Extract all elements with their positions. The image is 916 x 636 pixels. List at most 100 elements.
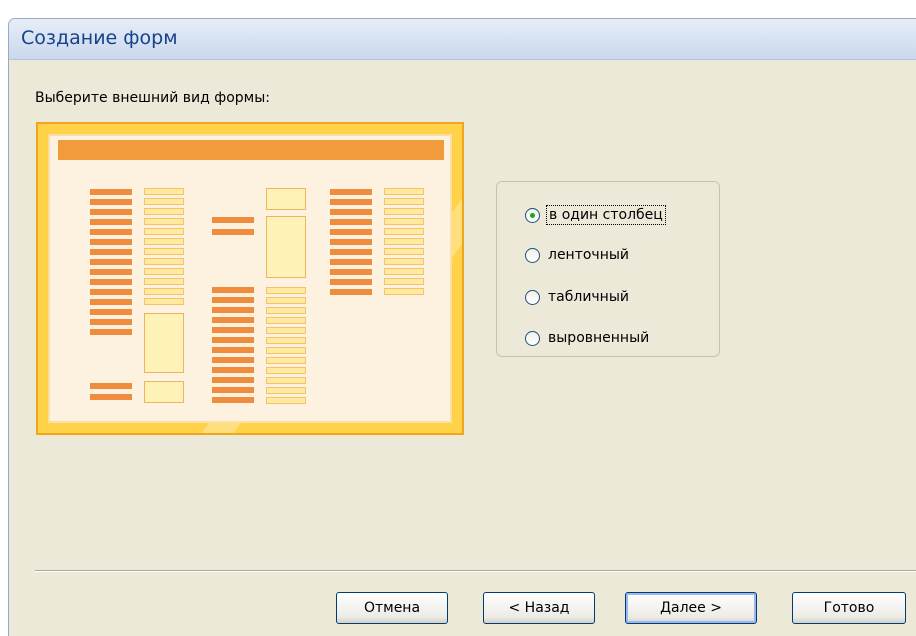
preview-field-block: [266, 337, 306, 344]
preview-field-block: [384, 248, 424, 255]
radio-unchecked-icon[interactable]: [525, 289, 540, 305]
preview-field-block: [144, 258, 184, 265]
preview-field-block: [144, 198, 184, 205]
preview-label-block: [212, 297, 254, 303]
preview-field-block: [144, 248, 184, 255]
radio-unchecked-icon[interactable]: [525, 247, 540, 263]
option-justified[interactable]: выровненный: [525, 327, 651, 349]
preview-label-block: [90, 329, 132, 335]
radio-unchecked-icon[interactable]: [525, 330, 540, 346]
dialog-title: Создание форм: [21, 27, 178, 49]
option-label[interactable]: выровненный: [546, 329, 651, 347]
preview-field-block: [266, 327, 306, 334]
preview-field-block: [144, 208, 184, 215]
preview-field-block: [144, 238, 184, 245]
preview-label-block: [90, 259, 132, 265]
preview-label-block: [330, 279, 372, 285]
preview-field-block: [266, 357, 306, 364]
finish-button[interactable]: Готово: [792, 592, 906, 624]
preview-label-block: [90, 269, 132, 275]
preview-label-block: [330, 269, 372, 275]
preview-label-block: [330, 289, 372, 295]
preview-field-block: [384, 188, 424, 195]
preview-field-block: [266, 307, 306, 314]
preview-label-block: [330, 209, 372, 215]
preview-field-block: [384, 208, 424, 215]
preview-label-block: [212, 357, 254, 363]
option-label[interactable]: табличный: [546, 288, 631, 306]
preview-label-block: [90, 383, 132, 389]
preview-label-block: [90, 289, 132, 295]
option-label[interactable]: в один столбец: [546, 205, 666, 225]
preview-label-block: [330, 199, 372, 205]
preview-label-block: [90, 239, 132, 245]
preview-field-block: [384, 218, 424, 225]
preview-label-block: [212, 317, 254, 323]
option-tabular-ribbon[interactable]: ленточный: [525, 244, 631, 266]
preview-field-block: [266, 367, 306, 374]
preview-label-block: [212, 397, 254, 403]
option-datasheet[interactable]: табличный: [525, 286, 631, 308]
option-columnar[interactable]: в один столбец: [525, 204, 666, 226]
preview-label-block: [212, 337, 254, 343]
preview-label-block: [330, 239, 372, 245]
title-bar: Создание форм: [9, 19, 916, 60]
preview-label-block: [330, 259, 372, 265]
preview-label-block: [90, 199, 132, 205]
preview-label-block: [90, 249, 132, 255]
layout-preview-image: [36, 122, 464, 435]
preview-label-block: [212, 387, 254, 393]
back-button[interactable]: < Назад: [483, 592, 595, 624]
preview-field-block: [384, 268, 424, 275]
preview-label-block: [212, 377, 254, 383]
preview-label-block: [90, 319, 132, 325]
preview-field-block: [384, 198, 424, 205]
preview-field-block: [144, 278, 184, 285]
form-wizard-dialog: Создание форм Выберите внешний вид формы…: [8, 18, 916, 636]
preview-label-block: [212, 229, 254, 235]
preview-label-block: [330, 229, 372, 235]
preview-label-block: [212, 367, 254, 373]
layout-prompt: Выберите внешний вид формы:: [35, 90, 270, 106]
preview-label-block: [90, 229, 132, 235]
preview-field-block: [144, 288, 184, 295]
preview-label-block: [330, 219, 372, 225]
preview-memo-block: [144, 381, 184, 403]
preview-field-block: [144, 228, 184, 235]
preview-label-block: [212, 327, 254, 333]
preview-field-block: [266, 287, 306, 294]
next-button[interactable]: Далее >: [625, 592, 757, 624]
preview-label-block: [330, 189, 372, 195]
preview-field-block: [144, 188, 184, 195]
preview-field-block: [384, 228, 424, 235]
preview-label-block: [90, 189, 132, 195]
button-separator: [35, 570, 916, 572]
radio-checked-icon[interactable]: [525, 207, 540, 223]
preview-field-block: [266, 297, 306, 304]
preview-field-block: [266, 317, 306, 324]
preview-memo-block: [266, 188, 306, 210]
preview-field-block: [384, 258, 424, 265]
preview-field-block: [266, 377, 306, 384]
preview-label-block: [212, 307, 254, 313]
preview-form-area: [50, 136, 450, 421]
cancel-button[interactable]: Отмена: [336, 592, 448, 624]
preview-form-header: [58, 140, 444, 160]
preview-field-block: [266, 387, 306, 394]
preview-label-block: [212, 287, 254, 293]
preview-label-block: [90, 279, 132, 285]
preview-field-block: [384, 278, 424, 285]
preview-field-block: [144, 298, 184, 305]
preview-field-block: [266, 397, 306, 404]
preview-memo-block: [266, 216, 306, 278]
layout-options-group: в один столбец ленточный табличный выров…: [496, 181, 720, 357]
preview-label-block: [90, 219, 132, 225]
preview-field-block: [144, 268, 184, 275]
preview-label-block: [330, 249, 372, 255]
preview-field-block: [144, 218, 184, 225]
preview-memo-block: [144, 313, 184, 373]
preview-label-block: [90, 394, 132, 400]
preview-label-block: [212, 217, 254, 223]
option-label[interactable]: ленточный: [546, 246, 631, 264]
preview-field-block: [384, 288, 424, 295]
